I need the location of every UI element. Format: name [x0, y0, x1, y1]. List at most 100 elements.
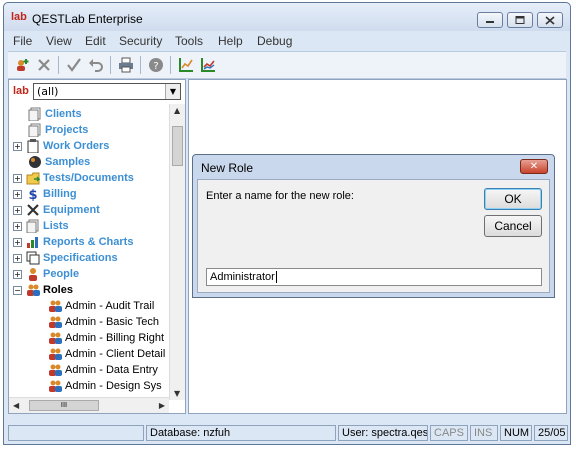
tree-item-billing[interactable]: + $ Billing — [13, 186, 77, 202]
check-icon — [67, 58, 81, 72]
tree-item-work-orders[interactable]: + Work Orders — [13, 138, 109, 154]
scroll-down-icon[interactable]: ▼ — [174, 389, 180, 398]
chart-icon — [179, 58, 193, 72]
tree-item-label: Admin - Audit Trail — [65, 300, 155, 312]
ok-button[interactable]: OK — [484, 188, 542, 210]
svg-text:$: $ — [28, 188, 37, 201]
window-title: QESTLab Enterprise — [32, 12, 143, 26]
print-button[interactable] — [116, 55, 136, 75]
tree-item-roles[interactable]: − Roles — [13, 282, 73, 298]
person-icon — [25, 267, 40, 282]
tree-horizontal-scrollbar[interactable]: ◀ III ▶ — [9, 397, 169, 413]
tree-item-label: People — [43, 268, 80, 280]
close-button[interactable] — [537, 12, 563, 28]
tree-item-label: Billing — [43, 188, 77, 200]
expand-icon[interactable]: + — [13, 173, 22, 183]
close-icon: ✕ — [529, 161, 539, 172]
filter-logo: lab — [13, 85, 29, 97]
minimize-button[interactable] — [477, 12, 503, 28]
filter-dropdown[interactable]: (all) ▼ — [33, 83, 181, 100]
status-ins: INS — [470, 425, 498, 441]
scroll-right-icon[interactable]: ▶ — [159, 401, 165, 410]
help-button[interactable]: ? — [146, 55, 166, 75]
add-user-button[interactable] — [12, 55, 32, 75]
tree-item-label: Work Orders — [43, 140, 110, 152]
collapse-icon[interactable]: − — [13, 285, 22, 295]
tree-item-label: Reports & Charts — [43, 236, 134, 248]
tree-item-projects[interactable]: Projects — [27, 122, 88, 138]
people-icon — [47, 315, 62, 330]
title-bar: lab QESTLab Enterprise — [4, 3, 570, 31]
menu-security[interactable]: Security — [119, 34, 162, 48]
menu-tools[interactable]: Tools — [175, 34, 203, 48]
tree-item-people[interactable]: + People — [13, 266, 79, 282]
scroll-thumb[interactable]: III — [29, 400, 99, 411]
expand-icon[interactable]: + — [13, 141, 22, 151]
add-user-icon — [17, 59, 29, 71]
menu-view[interactable]: View — [46, 34, 72, 48]
filter-value: (all) — [37, 85, 59, 98]
tree-item-reports-charts[interactable]: + Reports & Charts — [13, 234, 133, 250]
scroll-up-icon[interactable]: ▲ — [174, 106, 180, 115]
tree-item-label: Admin - Design Sys — [65, 380, 162, 392]
navigation-tree: Clients Projects + Work Orders Samples +… — [9, 104, 169, 400]
dialog-prompt: Enter a name for the new role: — [206, 190, 354, 202]
dialog-title: New Role — [201, 161, 254, 175]
tree-item-clients[interactable]: Clients — [27, 106, 82, 122]
tree-item-role[interactable]: Admin - Audit Trail — [47, 298, 154, 314]
tree-vertical-scrollbar[interactable]: ▲ ▼ — [169, 104, 185, 400]
tree-item-equipment[interactable]: + Equipment — [13, 202, 100, 218]
tree-item-lists[interactable]: + Lists — [13, 218, 69, 234]
tree-item-role[interactable]: Admin - Data Entry — [47, 362, 158, 378]
tree-item-tests-documents[interactable]: + Tests/Documents — [13, 170, 134, 186]
role-name-value: Administrator — [210, 271, 275, 283]
people-icon — [47, 379, 62, 394]
documents-icon — [27, 123, 42, 138]
tree-item-role[interactable]: Admin - Billing Right — [47, 330, 164, 346]
menu-file[interactable]: File — [13, 34, 32, 48]
cancel-button[interactable]: Cancel — [484, 215, 542, 237]
dollar-icon: $ — [25, 187, 40, 202]
tree-item-role[interactable]: Admin - Basic Tech — [47, 314, 159, 330]
tree-item-samples[interactable]: Samples — [27, 154, 90, 170]
expand-icon[interactable]: + — [13, 205, 22, 215]
maximize-button[interactable] — [507, 12, 533, 28]
scroll-left-icon[interactable]: ◀ — [13, 401, 19, 410]
expand-icon[interactable]: + — [13, 237, 22, 247]
chart-button[interactable] — [176, 55, 196, 75]
clipboard-icon — [25, 139, 40, 154]
tree-item-label: Admin - Client Detail — [65, 348, 166, 360]
expand-icon[interactable]: + — [13, 189, 22, 199]
status-user: User: spectra.qest — [338, 425, 428, 441]
delete-button[interactable] — [34, 55, 54, 75]
people-icon — [47, 299, 62, 314]
navigation-pane: lab (all) ▼ Clients Projects + Work Orde… — [8, 79, 186, 414]
menu-edit[interactable]: Edit — [85, 34, 106, 48]
toolbar-separator — [140, 56, 141, 74]
accept-button[interactable] — [64, 55, 84, 75]
chevron-down-icon[interactable]: ▼ — [165, 84, 180, 99]
expand-icon[interactable]: + — [13, 253, 22, 263]
undo-icon — [89, 59, 103, 72]
maximize-icon — [515, 16, 525, 24]
chart-compare-button[interactable] — [198, 55, 218, 75]
menu-help[interactable]: Help — [218, 34, 243, 48]
undo-button[interactable] — [86, 55, 106, 75]
expand-icon[interactable]: + — [13, 221, 22, 231]
menu-debug[interactable]: Debug — [257, 34, 292, 48]
tools-icon — [25, 203, 40, 218]
tree-item-role[interactable]: Admin - Client Detail — [47, 346, 165, 362]
role-name-input[interactable]: Administrator — [206, 268, 542, 286]
tree-item-label: Admin - Billing Right — [65, 332, 165, 344]
status-bar: Database: nzfuh User: spectra.qest CAPS … — [4, 422, 570, 444]
status-database: Database: nzfuh — [146, 425, 336, 441]
people-icon — [47, 347, 62, 362]
toolbar-separator — [110, 56, 111, 74]
expand-icon[interactable]: + — [13, 269, 22, 279]
status-caps: CAPS — [430, 425, 468, 441]
tree-item-role[interactable]: Admin - Design Sys — [47, 378, 162, 394]
scroll-thumb[interactable] — [172, 126, 183, 166]
tree-item-specifications[interactable]: + Specifications — [13, 250, 118, 266]
dialog-close-button[interactable]: ✕ — [520, 159, 548, 174]
print-icon — [119, 57, 133, 73]
